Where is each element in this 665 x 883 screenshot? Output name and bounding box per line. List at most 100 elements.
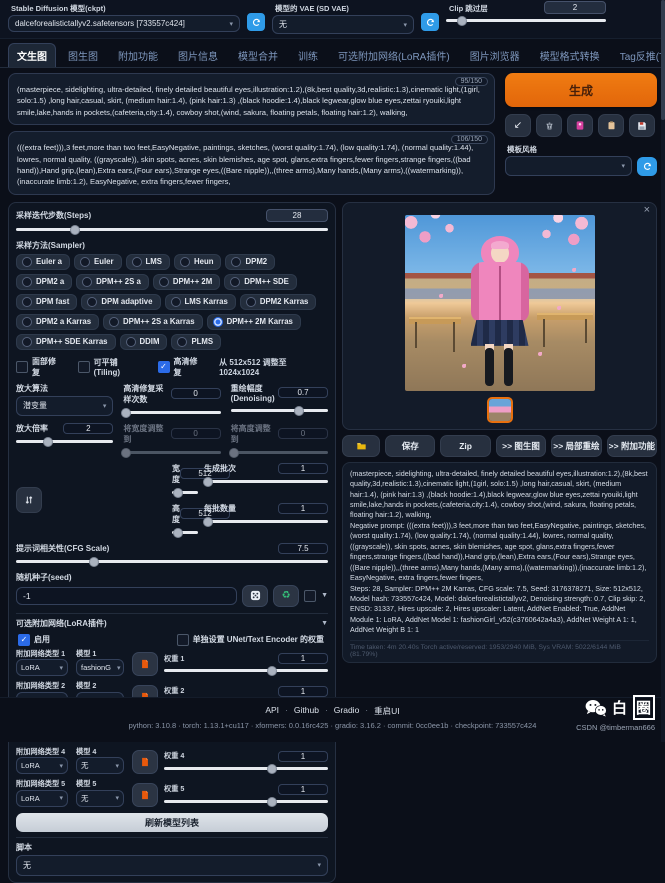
- sampler-lms[interactable]: LMS: [126, 254, 170, 270]
- clip-skip-slider[interactable]: [446, 15, 606, 26]
- reuse-seed-button[interactable]: ♻: [273, 585, 299, 607]
- clip-skip-value[interactable]: 2: [544, 1, 606, 14]
- lora-model-dropdown-4[interactable]: 无▾: [76, 757, 124, 774]
- sampler-dpmpp-2m-karras[interactable]: DPM++ 2M Karras: [207, 314, 301, 330]
- tiling-checkbox[interactable]: 可平铺(Tiling): [78, 357, 144, 377]
- footer-link-github[interactable]: Github: [294, 705, 319, 717]
- sampler-euler[interactable]: Euler: [74, 254, 122, 270]
- sampler-dpmpp-2s-a[interactable]: DPM++ 2S a: [76, 274, 149, 290]
- footer-link-reload-ui[interactable]: 重启UI: [374, 705, 400, 717]
- sampler-plms[interactable]: PLMS: [171, 334, 221, 350]
- lora-weight-value-2[interactable]: 1: [278, 686, 328, 697]
- batch-count-slider[interactable]: [204, 476, 328, 487]
- generated-image[interactable]: [405, 215, 595, 391]
- hires-steps-slider[interactable]: [123, 407, 220, 418]
- steps-value[interactable]: 28: [266, 209, 328, 222]
- script-dropdown[interactable]: 无 ▾: [16, 855, 328, 876]
- sampler-dpmpp-sde-karras[interactable]: DPM++ SDE Karras: [16, 334, 116, 350]
- save-style-button[interactable]: [629, 114, 655, 137]
- lora-model-dropdown-1[interactable]: fashionG▾: [76, 659, 124, 676]
- lora-weight-value-5[interactable]: 1: [278, 784, 328, 795]
- swap-dimensions-button[interactable]: [16, 487, 42, 513]
- tab-model-converter[interactable]: 模型格式转换: [532, 44, 608, 67]
- vae-dropdown[interactable]: 无 ▾: [272, 15, 414, 34]
- seed-extra-checkbox[interactable]: [304, 590, 316, 602]
- prompt-input[interactable]: (masterpiece, sidelighting, ultra-detail…: [17, 84, 486, 118]
- sampler-dpm2-karras[interactable]: DPM2 Karras: [240, 294, 317, 310]
- tab-png-info[interactable]: 图片信息: [170, 44, 226, 67]
- tab-image-browser[interactable]: 图片浏览器: [462, 44, 528, 67]
- tab-extras[interactable]: 附加功能: [110, 44, 166, 67]
- sampler-dpm2-a[interactable]: DPM2 a: [16, 274, 72, 290]
- extra-networks-button[interactable]: [567, 114, 593, 137]
- sampler-ddim[interactable]: DDIM: [120, 334, 168, 350]
- lora-type-dropdown-1[interactable]: LoRA▾: [16, 659, 68, 676]
- batch-size-value[interactable]: 1: [278, 503, 328, 514]
- sampler-dpmpp-2s-a-karras[interactable]: DPM++ 2S a Karras: [103, 314, 203, 330]
- refresh-vae-button[interactable]: [421, 13, 439, 31]
- tab-additional-networks[interactable]: 可选附加网络(LoRA插件): [330, 44, 458, 67]
- resize-height-value[interactable]: 0: [278, 428, 328, 439]
- resize-width-slider[interactable]: [123, 447, 220, 458]
- footer-link-api[interactable]: API: [265, 705, 279, 717]
- footer-link-gradio[interactable]: Gradio: [334, 705, 360, 717]
- lora-weight-value-1[interactable]: 1: [278, 653, 328, 664]
- sampler-heun[interactable]: Heun: [174, 254, 222, 270]
- paste-params-button[interactable]: ↙: [505, 114, 531, 137]
- additional-networks-header[interactable]: 可选附加网络(LoRA插件) ▼: [16, 618, 328, 629]
- lora-weight-value-4[interactable]: 1: [278, 751, 328, 762]
- gallery-thumbnail-1[interactable]: [487, 397, 513, 423]
- page-scrollbar[interactable]: [661, 0, 665, 742]
- upscale-by-value[interactable]: 2: [63, 423, 113, 434]
- denoising-value[interactable]: 0.7: [278, 387, 328, 398]
- open-folder-button[interactable]: [342, 435, 380, 457]
- sampler-dpm-adaptive[interactable]: DPM adaptive: [81, 294, 160, 310]
- sampler-euler-a[interactable]: Euler a: [16, 254, 70, 270]
- height-slider[interactable]: [172, 527, 198, 538]
- lora-weight-slider-4[interactable]: [164, 763, 328, 774]
- sampler-lms-karras[interactable]: LMS Karras: [165, 294, 236, 310]
- resize-height-slider[interactable]: [231, 447, 328, 458]
- send-to-img2img-button[interactable]: >> 图生图: [496, 435, 546, 457]
- tab-img2img[interactable]: 图生图: [60, 44, 106, 67]
- styles-dropdown[interactable]: ▾: [505, 156, 632, 176]
- addnet-enable-checkbox[interactable]: ✓启用: [18, 634, 50, 646]
- sampler-dpm-fast[interactable]: DPM fast: [16, 294, 77, 310]
- close-icon[interactable]: ×: [644, 205, 650, 216]
- generate-button[interactable]: 生成: [505, 73, 657, 107]
- sampler-dpm2-a-karras[interactable]: DPM2 a Karras: [16, 314, 99, 330]
- upscaler-dropdown[interactable]: 潜变量 ▾: [16, 396, 113, 416]
- refresh-styles-button[interactable]: [637, 157, 657, 176]
- lora-type-dropdown-4[interactable]: LoRA▾: [16, 757, 68, 774]
- send-to-inpaint-button[interactable]: >> 局部重绘: [551, 435, 601, 457]
- negative-prompt-input[interactable]: (((extra feet))),3 feet,more than two fe…: [17, 142, 486, 188]
- checkpoint-dropdown[interactable]: dalceforealistictallyv2.safetensors [733…: [8, 15, 240, 32]
- refresh-models-button[interactable]: 刷新模型列表: [16, 813, 328, 832]
- clear-prompt-button[interactable]: [536, 114, 562, 137]
- lora-model-dropdown-5[interactable]: 无▾: [76, 790, 124, 807]
- lora-weight-slider-1[interactable]: [164, 665, 328, 676]
- sampler-dpmpp-sde[interactable]: DPM++ SDE: [224, 274, 297, 290]
- seed-input[interactable]: -1: [16, 587, 237, 605]
- batch-size-slider[interactable]: [204, 516, 328, 527]
- restore-faces-checkbox[interactable]: 面部修复: [16, 356, 64, 378]
- denoising-slider[interactable]: [231, 405, 328, 416]
- cfg-value[interactable]: 7.5: [278, 543, 328, 554]
- addnet-separate-weights-checkbox[interactable]: 单独设置 UNet/Text Encoder 的权重: [177, 634, 324, 646]
- lora-model-file-button-4[interactable]: [132, 750, 158, 774]
- apply-style-button[interactable]: [598, 114, 624, 137]
- batch-count-value[interactable]: 1: [278, 463, 328, 474]
- lora-model-file-button-5[interactable]: [132, 783, 158, 807]
- sampler-dpm2[interactable]: DPM2: [225, 254, 275, 270]
- hires-fix-checkbox[interactable]: ✓高清修复: [158, 356, 206, 378]
- tab-tagger[interactable]: Tag反推(Tagger): [612, 44, 665, 67]
- steps-slider[interactable]: [16, 224, 328, 235]
- tab-checkpoint-merger[interactable]: 模型合并: [230, 44, 286, 67]
- random-seed-button[interactable]: [242, 585, 268, 607]
- resize-width-value[interactable]: 0: [171, 428, 221, 439]
- lora-weight-slider-5[interactable]: [164, 796, 328, 807]
- tab-train[interactable]: 训练: [290, 44, 326, 67]
- cfg-slider[interactable]: [16, 556, 328, 567]
- tab-txt2img[interactable]: 文生图: [8, 43, 56, 67]
- hires-steps-value[interactable]: 0: [171, 388, 221, 399]
